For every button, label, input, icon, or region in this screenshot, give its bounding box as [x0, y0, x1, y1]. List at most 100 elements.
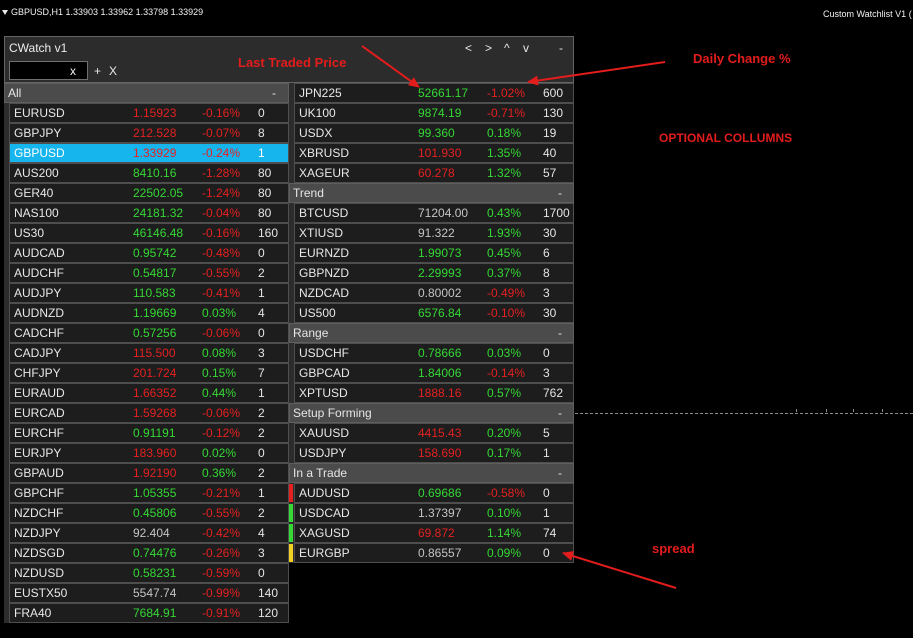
watchlist-row-eurnzd[interactable]: EURNZD 1.99073 0.45% 6 — [289, 243, 574, 263]
symbol-search-input[interactable] — [9, 61, 88, 80]
watchlist-row-ger40[interactable]: GER40 22502.05 -1.24% 80 — [4, 183, 289, 203]
watchlist-row-cadjpy[interactable]: CADJPY 115.500 0.08% 3 — [4, 343, 289, 363]
spread-value: 80 — [258, 166, 272, 180]
symbol-name: USDCHF — [299, 346, 349, 360]
watchlist-row-xbrusd[interactable]: XBRUSD 101.930 1.35% 40 — [289, 143, 574, 163]
watchlist-row-gbpaud[interactable]: GBPAUD 1.92190 0.36% 2 — [4, 463, 289, 483]
group-collapse-button[interactable]: - — [558, 403, 562, 423]
prev-page-button[interactable]: < — [465, 41, 472, 55]
group-header-trend[interactable]: Trend - — [289, 183, 574, 203]
last-price: 0.86557 — [418, 546, 462, 560]
last-price: 69.872 — [418, 526, 455, 540]
annotation-spread: spread — [652, 541, 695, 556]
watchlist-row-nzdsgd[interactable]: NZDSGD 0.74476 -0.26% 3 — [4, 543, 289, 563]
daily-change: -0.48% — [202, 246, 241, 260]
group-collapse-button[interactable]: - — [558, 463, 562, 483]
daily-change: -0.71% — [487, 106, 526, 120]
watchlist-row-xptusd[interactable]: XPTUSD 1888.16 0.57% 762 — [289, 383, 574, 403]
group-header-range[interactable]: Range - — [289, 323, 574, 343]
last-price: 0.69686 — [418, 486, 462, 500]
watchlist-row-gbpchf[interactable]: GBPCHF 1.05355 -0.21% 1 — [4, 483, 289, 503]
scroll-down-button[interactable]: v — [523, 41, 529, 55]
group-collapse-button[interactable]: - — [558, 183, 562, 203]
watchlist-row-usdcad[interactable]: USDCAD 1.37397 0.10% 1 — [289, 503, 574, 523]
watchlist-row-eurcad[interactable]: EURCAD 1.59268 -0.06% 2 — [4, 403, 289, 423]
clear-search-button[interactable]: x — [70, 64, 76, 78]
watchlist-column-left: All - EURUSD 1.15923 -0.16% 0 GBPJPY 212.528 -0.… — [4, 83, 289, 623]
arrow-to-spread — [562, 551, 677, 589]
spread-value: 3 — [543, 286, 550, 300]
watchlist-row-gbpusd[interactable]: GBPUSD 1.33929 -0.24% 1 — [4, 143, 289, 163]
remove-symbol-button[interactable]: X — [109, 64, 117, 78]
watchlist-row-usdx[interactable]: USDX 99.360 0.18% 19 — [289, 123, 574, 143]
watchlist-row-audjpy[interactable]: AUDJPY 110.583 -0.41% 1 — [4, 283, 289, 303]
daily-change: -1.02% — [487, 86, 526, 100]
watchlist-row-chfjpy[interactable]: CHFJPY 201.724 0.15% 7 — [4, 363, 289, 383]
daily-change: 1.14% — [487, 526, 522, 540]
watchlist-row-euraud[interactable]: EURAUD 1.66352 0.44% 1 — [4, 383, 289, 403]
last-price: 0.74476 — [133, 546, 177, 560]
last-price: 1.37397 — [418, 506, 462, 520]
watchlist-row-eurgbp[interactable]: EURGBP 0.86557 0.09% 0 — [289, 543, 574, 563]
last-price: 71204.00 — [418, 206, 469, 220]
watchlist-row-us500[interactable]: US500 6576.84 -0.10% 30 — [289, 303, 574, 323]
watchlist-row-cadchf[interactable]: CADCHF 0.57256 -0.06% 0 — [4, 323, 289, 343]
group-header-in-a-trade[interactable]: In a Trade - — [289, 463, 574, 483]
symbol-name: NZDSGD — [14, 546, 65, 560]
group-collapse-button[interactable]: - — [272, 83, 276, 103]
spread-value: 0 — [258, 326, 265, 340]
watchlist-row-gbpnzd[interactable]: GBPNZD 2.29993 0.37% 8 — [289, 263, 574, 283]
watchlist-row-eurjpy[interactable]: EURJPY 183.960 0.02% 0 — [4, 443, 289, 463]
watchlist-row-audchf[interactable]: AUDCHF 0.54817 -0.55% 2 — [4, 263, 289, 283]
watchlist-row-audnzd[interactable]: AUDNZD 1.19669 0.03% 4 — [4, 303, 289, 323]
add-symbol-button[interactable]: + — [94, 64, 101, 78]
daily-change: -0.41% — [202, 286, 241, 300]
watchlist-row-uk100[interactable]: UK100 9874.19 -0.71% 130 — [289, 103, 574, 123]
symbol-name: UK100 — [299, 106, 336, 120]
watchlist-row-nzdchf[interactable]: NZDCHF 0.45806 -0.55% 2 — [4, 503, 289, 523]
symbol-name: JPN225 — [299, 86, 342, 100]
watchlist-row-usdjpy[interactable]: USDJPY 158.690 0.17% 1 — [289, 443, 574, 463]
scroll-up-button[interactable]: ^ — [504, 41, 510, 55]
watchlist-row-us30[interactable]: US30 46146.48 -0.16% 160 — [4, 223, 289, 243]
watchlist-row-xauusd[interactable]: XAUUSD 4415.43 0.20% 5 — [289, 423, 574, 443]
watchlist-row-fra40[interactable]: FRA40 7684.91 -0.91% 120 — [4, 603, 289, 623]
last-price: 0.45806 — [133, 506, 177, 520]
watchlist-row-audusd[interactable]: AUDUSD 0.69686 -0.58% 0 — [289, 483, 574, 503]
last-price: 1888.16 — [418, 386, 462, 400]
watchlist-row-xtiusd[interactable]: XTIUSD 91.322 1.93% 30 — [289, 223, 574, 243]
watchlist-row-audcad[interactable]: AUDCAD 0.95742 -0.48% 0 — [4, 243, 289, 263]
chart-menu-triangle-icon[interactable] — [2, 10, 8, 15]
last-price: 7684.91 — [133, 606, 177, 620]
watchlist-row-xageur[interactable]: XAGEUR 60.278 1.32% 57 — [289, 163, 574, 183]
symbol-name: GBPNZD — [299, 266, 350, 280]
watchlist-row-eurchf[interactable]: EURCHF 0.91191 -0.12% 2 — [4, 423, 289, 443]
watchlist-row-nas100[interactable]: NAS100 24181.32 -0.04% 80 — [4, 203, 289, 223]
daily-change: -0.16% — [202, 226, 241, 240]
spread-value: 600 — [543, 86, 564, 100]
watchlist-row-eustx50[interactable]: EUSTX50 5547.74 -0.99% 140 — [4, 583, 289, 603]
watchlist-row-aus200[interactable]: AUS200 8410.16 -1.28% 80 — [4, 163, 289, 183]
watchlist-row-nzdcad[interactable]: NZDCAD 0.80002 -0.49% 3 — [289, 283, 574, 303]
spread-value: 80 — [258, 186, 272, 200]
watchlist-row-gbpcad[interactable]: GBPCAD 1.84006 -0.14% 3 — [289, 363, 574, 383]
group-header-setup-forming[interactable]: Setup Forming - — [289, 403, 574, 423]
watchlist-row-nzdjpy[interactable]: NZDJPY 92.404 -0.42% 4 — [4, 523, 289, 543]
symbol-name: EURAUD — [14, 386, 65, 400]
watchlist-row-usdchf[interactable]: USDCHF 0.78666 0.03% 0 — [289, 343, 574, 363]
watchlist-row-xagusd[interactable]: XAGUSD 69.872 1.14% 74 — [289, 523, 574, 543]
watchlist-row-gbpjpy[interactable]: GBPJPY 212.528 -0.07% 8 — [4, 123, 289, 143]
symbol-name: GBPCHF — [14, 486, 65, 500]
last-price: 110.583 — [133, 286, 176, 300]
annotation-optional-columns: OPTIONAL COLLUMNS — [659, 131, 793, 145]
watchlist-row-nzdusd[interactable]: NZDUSD 0.58231 -0.59% 0 — [4, 563, 289, 583]
watchlist-row-btcusd[interactable]: BTCUSD 71204.00 0.43% 1700 — [289, 203, 574, 223]
symbol-name: XAGEUR — [299, 166, 350, 180]
next-page-button[interactable]: > — [485, 41, 492, 55]
group-title: In a Trade — [293, 466, 348, 480]
minimize-panel-button[interactable]: - — [559, 41, 563, 55]
group-header-all[interactable]: All - — [4, 83, 289, 103]
watchlist-row-eurusd[interactable]: EURUSD 1.15923 -0.16% 0 — [4, 103, 289, 123]
group-collapse-button[interactable]: - — [558, 323, 562, 343]
watchlist-row-jpn225[interactable]: JPN225 52661.17 -1.02% 600 — [289, 83, 574, 103]
